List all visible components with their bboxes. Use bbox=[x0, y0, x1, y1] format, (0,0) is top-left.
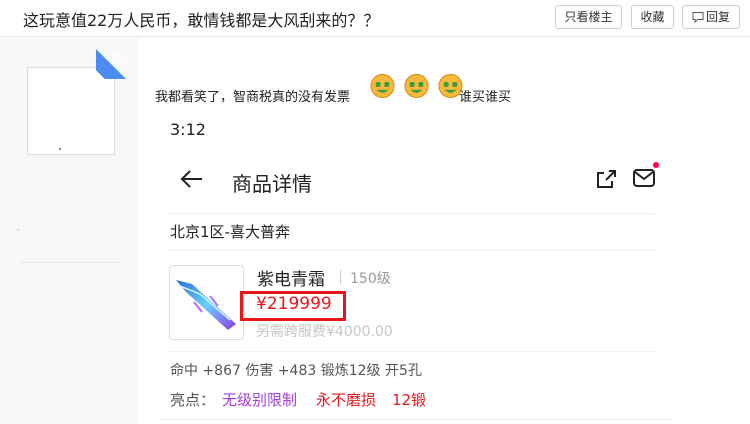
emoji-row bbox=[369, 71, 466, 103]
item-attributes: 命中 +867 伤害 +483 锻炼12级 开5孔 bbox=[170, 363, 422, 379]
server-name: 北京1区-喜大普奔 bbox=[170, 223, 290, 241]
avatar[interactable] bbox=[27, 67, 115, 155]
sidebar-mark bbox=[17, 229, 19, 231]
divider bbox=[168, 213, 655, 214]
money-face-icon bbox=[370, 73, 395, 99]
reply-button[interactable]: 回复 bbox=[682, 5, 740, 29]
divider bbox=[157, 419, 675, 420]
share-icon bbox=[597, 170, 616, 188]
notification-dot bbox=[653, 162, 659, 168]
item-name: 紫电青霜 bbox=[257, 270, 325, 290]
message-icon bbox=[633, 169, 655, 187]
thread-title: 这玩意值22万人民币，敢情钱都是大风刮来的？？ bbox=[23, 11, 380, 30]
back-arrow-icon bbox=[180, 170, 202, 188]
divider bbox=[168, 250, 655, 251]
highlight-no-wear: 永不磨损 bbox=[316, 391, 377, 409]
page-title: 商品详情 bbox=[232, 172, 312, 196]
thread-header: 这玩意值22万人民币，敢情钱都是大风刮来的？？ 只看楼主 收藏 回复 bbox=[0, 0, 750, 37]
sidebar-divider bbox=[20, 262, 120, 263]
highlight-no-level-limit: 无级别限制 bbox=[222, 391, 298, 409]
highlight-forge-level: 12锻 bbox=[392, 391, 427, 409]
money-face-icon bbox=[404, 73, 429, 99]
sword-icon bbox=[176, 280, 236, 330]
item-level: 150级 bbox=[350, 271, 391, 287]
item-separator bbox=[340, 270, 341, 284]
reply-icon bbox=[692, 12, 704, 23]
reply-label: 回复 bbox=[705, 10, 730, 24]
cross-server-fee: 另需跨服费¥4000.00 bbox=[256, 324, 393, 340]
divider bbox=[168, 351, 655, 352]
avatar-placeholder-dot bbox=[59, 148, 61, 150]
item-thumbnail bbox=[169, 265, 244, 340]
comment-text: 我都看笑了，智商税真的没有发票 bbox=[155, 90, 351, 105]
item-price: ¥219999 bbox=[256, 294, 332, 314]
host-badge: 楼主 bbox=[96, 37, 138, 79]
highlights-label: 亮点： bbox=[170, 391, 216, 409]
only-host-button[interactable]: 只看楼主 bbox=[555, 5, 622, 29]
status-time: 3:12 bbox=[170, 120, 206, 139]
favorite-button[interactable]: 收藏 bbox=[631, 5, 674, 29]
comment-text-tail: 谁买谁买 bbox=[459, 90, 512, 105]
